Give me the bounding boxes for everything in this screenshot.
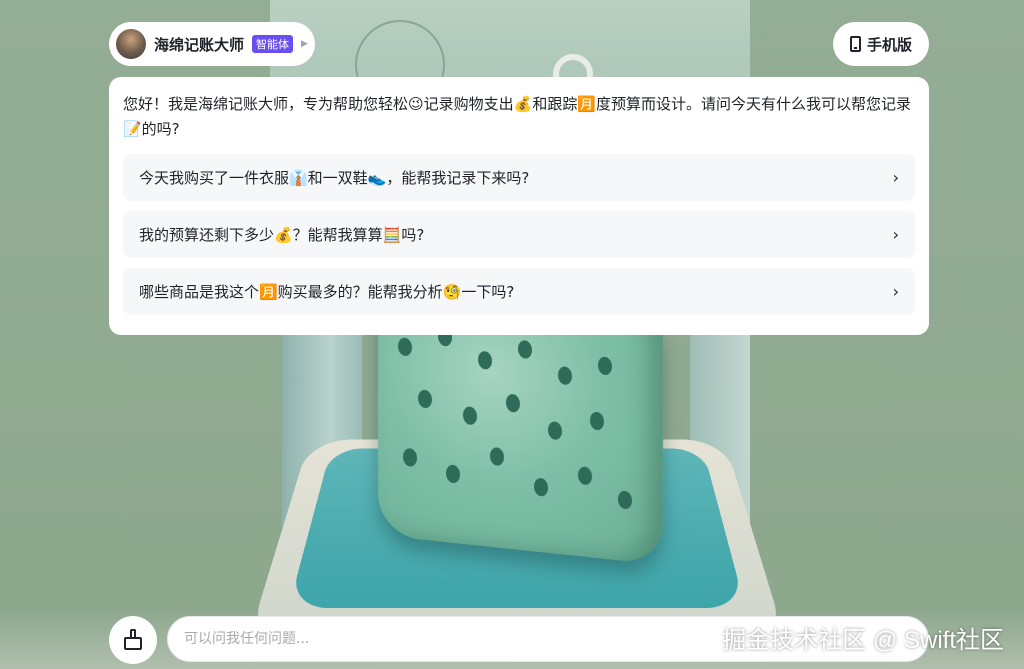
avatar (116, 29, 146, 59)
suggestion-text: 今天我购买了一件衣服👔和一双鞋👟，能帮我记录下来吗? (139, 169, 530, 187)
sponge-hole (418, 389, 432, 409)
sponge-hole (598, 356, 612, 376)
suggestion-list: 今天我购买了一件衣服👔和一双鞋👟，能帮我记录下来吗? › 我的预算还剩下多少💰？… (123, 154, 915, 315)
sponge-hole (548, 420, 562, 441)
watermark: 掘金技术社区 @ Swift社区 (722, 627, 1004, 654)
agent-badge: 智能体 (252, 35, 294, 53)
mobile-version-label: 手机版 (866, 36, 912, 54)
chevron-right-icon: › (892, 282, 899, 301)
sponge-hole (534, 477, 548, 497)
suggestion-item[interactable]: 我的预算还剩下多少💰？能帮我算算🧮吗? › (123, 211, 915, 258)
sponge-hole (478, 350, 492, 371)
agent-name: 海绵记账大师 (154, 36, 245, 54)
clear-context-button[interactable] (109, 616, 157, 664)
phone-icon (849, 36, 861, 52)
sponge-hole (558, 365, 572, 386)
welcome-card: 您好！我是海绵记账大师，专为帮助您轻松😉记录购物支出💰和跟踪🈷️度预算而设计。请… (109, 77, 929, 335)
suggestion-text: 哪些商品是我这个🈷️购买最多的？能帮我分析🧐一下吗? (139, 283, 515, 301)
sponge-hole (578, 466, 592, 486)
sponge-hole (446, 464, 460, 484)
sponge-hole (398, 337, 412, 357)
chevron-right-icon: › (892, 225, 899, 244)
sponge-hole (403, 447, 417, 468)
sponge-hole (490, 446, 504, 467)
sponge-hole (518, 339, 532, 360)
agent-info-button[interactable]: 海绵记账大师 智能体 ▶ (109, 22, 315, 66)
sponge-hole (618, 490, 632, 510)
chevron-right-icon: › (892, 168, 899, 187)
suggestion-item[interactable]: 哪些商品是我这个🈷️购买最多的？能帮我分析🧐一下吗? › (123, 268, 915, 315)
welcome-message: 您好！我是海绵记账大师，专为帮助您轻松😉记录购物支出💰和跟踪🈷️度预算而设计。请… (123, 95, 911, 138)
suggestion-item[interactable]: 今天我购买了一件衣服👔和一双鞋👟，能帮我记录下来吗? › (123, 154, 915, 201)
sponge-hole (506, 393, 520, 413)
broom-icon (123, 629, 143, 651)
sponge-hole (463, 405, 477, 426)
sponge-hole (590, 411, 604, 431)
suggestion-text: 我的预算还剩下多少💰？能帮我算算🧮吗? (139, 226, 425, 244)
mobile-version-button[interactable]: 手机版 (833, 22, 929, 66)
caret-right-icon: ▶ (301, 39, 308, 49)
